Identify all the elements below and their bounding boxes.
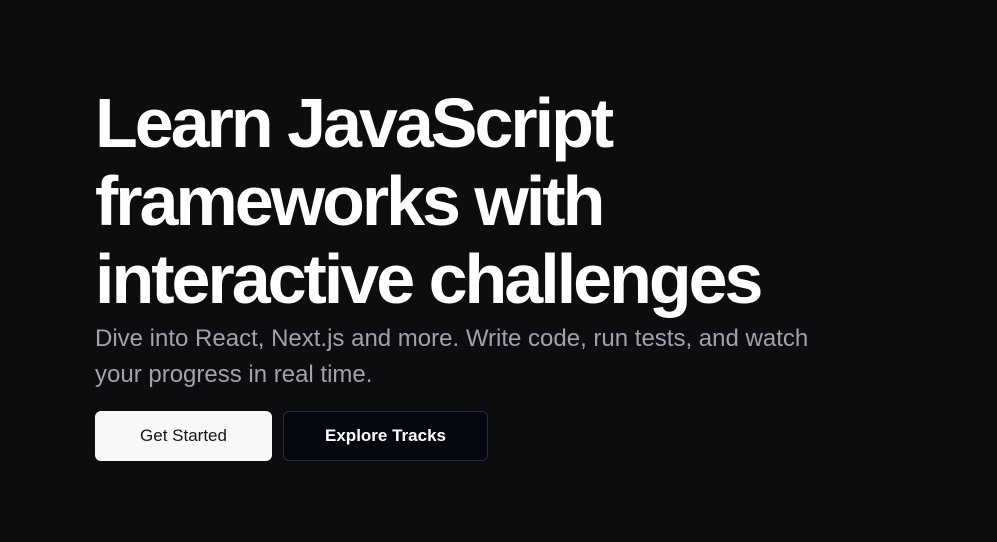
hero-actions: Get Started Explore Tracks <box>95 411 488 461</box>
headline-line: frameworks with <box>95 162 605 240</box>
hero-headline: Learn JavaScript frameworks with interac… <box>95 84 915 318</box>
hero-section: Learn JavaScript frameworks with interac… <box>95 84 915 393</box>
explore-tracks-button[interactable]: Explore Tracks <box>283 411 488 461</box>
headline-line: interactive challenges <box>95 240 763 318</box>
landing-page: Learn JavaScript frameworks with interac… <box>0 0 997 542</box>
headline-line: Learn JavaScript <box>95 84 614 162</box>
get-started-button[interactable]: Get Started <box>95 411 272 461</box>
hero-subtitle: Dive into React, Next.js and more. Write… <box>95 325 809 388</box>
